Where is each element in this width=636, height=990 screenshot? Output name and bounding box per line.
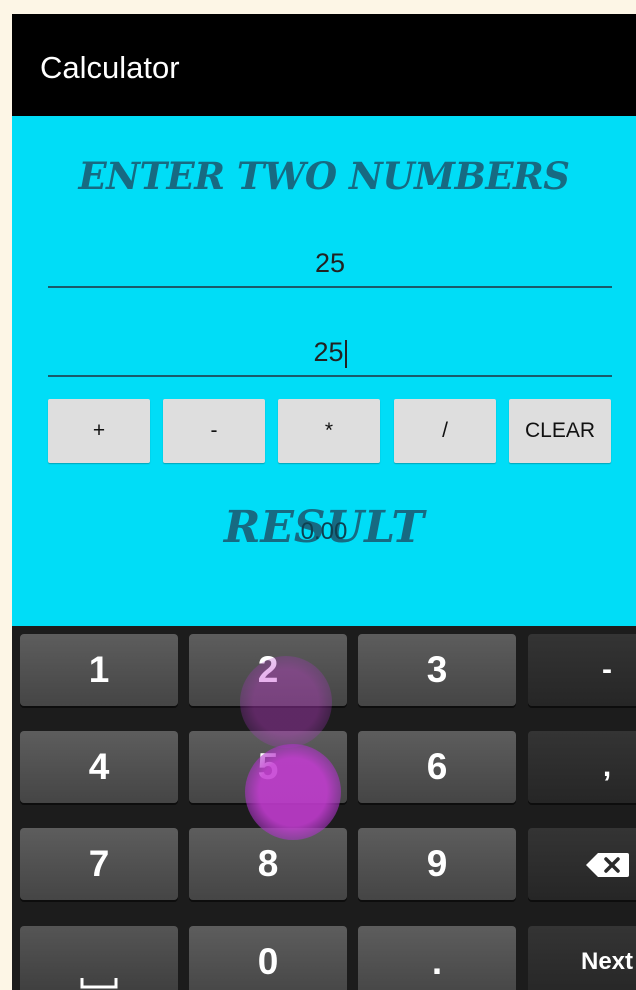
key-9[interactable]: 9 bbox=[358, 828, 516, 900]
key-7[interactable]: 7 bbox=[20, 828, 178, 900]
divide-button[interactable]: / bbox=[394, 399, 496, 463]
key-1[interactable]: 1 bbox=[20, 634, 178, 706]
first-number-value: 25 bbox=[314, 248, 346, 278]
add-button[interactable]: + bbox=[48, 399, 150, 463]
enter-numbers-heading: ENTER TWO NUMBERS bbox=[78, 154, 570, 198]
device-screen: Calculator ENTER TWO NUMBERS 25 25 + - *… bbox=[12, 14, 636, 990]
key-3[interactable]: 3 bbox=[358, 634, 516, 706]
touch-indicator bbox=[245, 744, 341, 840]
subtract-button[interactable]: - bbox=[163, 399, 265, 463]
touch-indicator-faint bbox=[240, 656, 332, 748]
text-cursor bbox=[344, 339, 347, 368]
backspace-icon bbox=[586, 853, 629, 878]
backspace-key[interactable] bbox=[528, 828, 636, 900]
key-6[interactable]: 6 bbox=[358, 731, 516, 803]
result-value: 0.00 bbox=[300, 518, 348, 545]
second-number-input[interactable]: 25 bbox=[48, 329, 612, 377]
clear-button[interactable]: CLEAR bbox=[509, 399, 611, 463]
first-number-input[interactable]: 25 bbox=[48, 240, 612, 288]
next-key[interactable]: Next bbox=[528, 926, 636, 990]
key-8[interactable]: 8 bbox=[189, 828, 347, 900]
space-key[interactable] bbox=[20, 926, 178, 990]
key-0[interactable]: 0 bbox=[189, 926, 347, 990]
key-comma[interactable]: , bbox=[528, 731, 636, 803]
numeric-keyboard: 1 2 3 - 4 5 6 , 7 8 9 0 . Next bbox=[12, 626, 636, 990]
multiply-button[interactable]: * bbox=[278, 399, 380, 463]
key-4[interactable]: 4 bbox=[20, 731, 178, 803]
app-title: Calculator bbox=[40, 50, 180, 85]
second-number-value: 25 bbox=[313, 337, 344, 367]
calculator-content: ENTER TWO NUMBERS 25 25 + - * / CLEAR RE… bbox=[12, 116, 636, 636]
key-minus[interactable]: - bbox=[528, 634, 636, 706]
action-bar: Calculator bbox=[12, 14, 636, 116]
space-icon bbox=[80, 978, 118, 989]
key-decimal[interactable]: . bbox=[358, 926, 516, 990]
